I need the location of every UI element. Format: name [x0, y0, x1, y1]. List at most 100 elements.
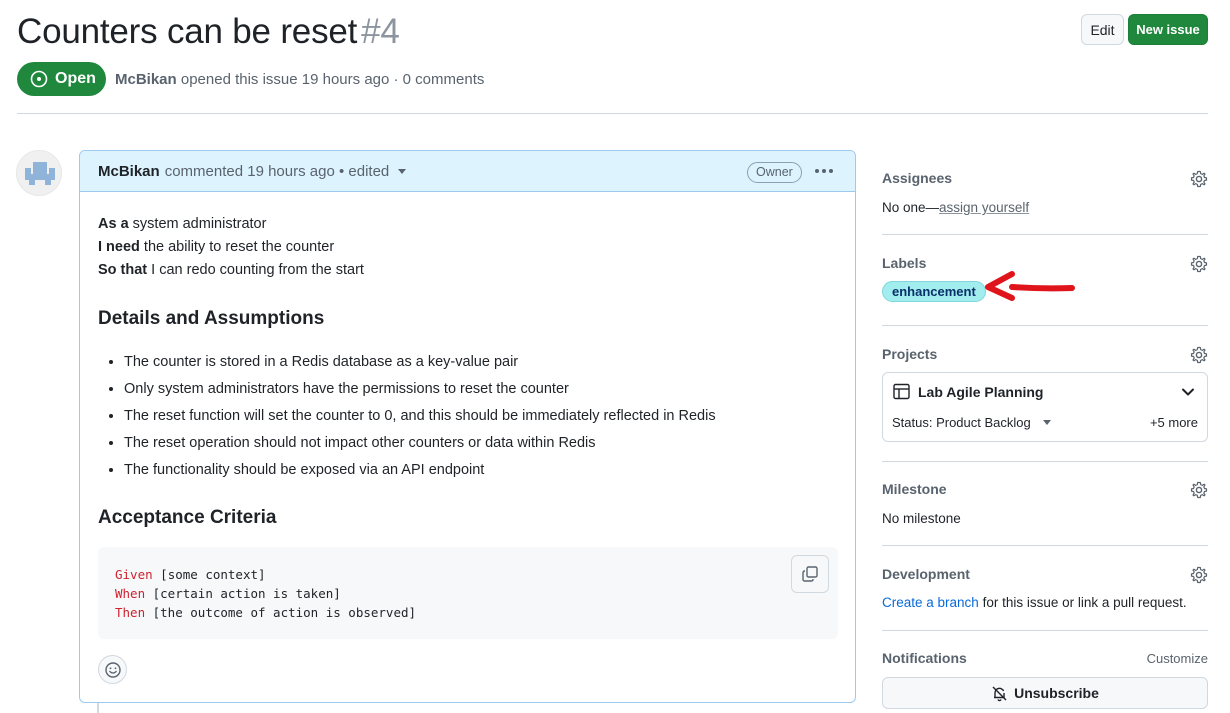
table-icon [893, 383, 910, 400]
code-text: [the outcome of action is observed] [145, 605, 417, 620]
gear-icon[interactable] [1190, 170, 1208, 188]
acceptance-heading: Acceptance Criteria [98, 507, 277, 528]
caret-down-icon [1042, 420, 1051, 425]
list-item: The counter is stored in a Redis databas… [124, 349, 716, 376]
issue-author[interactable]: McBikan [115, 71, 177, 88]
issue-open-icon [30, 70, 48, 88]
identicon-avatar [17, 151, 61, 195]
comment-meta[interactable]: commented 19 hours ago • edited [165, 163, 390, 180]
issue-title: Counters can be reset #4 [17, 10, 400, 54]
project-status-dropdown[interactable]: Status: Product Backlog [892, 415, 1051, 430]
assign-yourself-link[interactable]: assign yourself [939, 200, 1029, 215]
development-value: Create a branch for this issue or link a… [882, 595, 1187, 610]
new-issue-button[interactable]: New issue [1128, 14, 1208, 45]
create-branch-link[interactable]: Create a branch [882, 595, 979, 610]
sidebar-divider [882, 234, 1208, 235]
story-line: So that I can redo counting from the sta… [98, 259, 838, 282]
timeline-line [97, 703, 99, 713]
milestone-section: Milestone No milestone [882, 481, 1208, 531]
story-keyword: I need [98, 239, 140, 255]
comment-options-menu[interactable] [813, 161, 835, 181]
gear-icon[interactable] [1190, 346, 1208, 364]
code-line: When [certain action is taken] [115, 584, 821, 603]
avatar[interactable] [16, 150, 62, 196]
gear-icon[interactable] [1190, 255, 1208, 273]
list-item: Only system administrators have the perm… [124, 376, 716, 403]
code-keyword: Given [115, 567, 153, 582]
story-text: I can redo counting from the start [147, 262, 364, 278]
project-name-link[interactable]: Lab Agile Planning [918, 384, 1044, 400]
development-text: for this issue or link a pull request. [978, 595, 1187, 610]
details-heading: Details and Assumptions [98, 308, 325, 329]
projects-section: Projects [882, 346, 1208, 366]
issue-comment: McBikan commented 19 hours ago • edited … [79, 150, 856, 703]
kebab-dot-icon [822, 169, 826, 173]
smiley-icon [104, 661, 121, 678]
projects-title[interactable]: Projects [882, 346, 1208, 362]
unsubscribe-button[interactable]: Unsubscribe [882, 677, 1208, 709]
labels-title[interactable]: Labels [882, 255, 1208, 271]
gear-icon[interactable] [1190, 481, 1208, 499]
edit-button[interactable]: Edit [1081, 14, 1124, 45]
code-text: [certain action is taken] [145, 586, 341, 601]
details-list: The counter is stored in a Redis databas… [98, 349, 716, 484]
milestone-title[interactable]: Milestone [882, 481, 1208, 497]
label-enhancement[interactable]: enhancement [882, 281, 986, 302]
header-divider [17, 113, 1208, 114]
chevron-down-icon[interactable] [398, 168, 407, 174]
assignees-value: No one—assign yourself [882, 200, 1029, 215]
comment-header: McBikan commented 19 hours ago • edited … [80, 151, 855, 192]
gear-icon[interactable] [1190, 566, 1208, 584]
copy-icon [802, 566, 818, 582]
kebab-dot-icon [815, 169, 819, 173]
story-text: the ability to reset the counter [139, 239, 335, 255]
add-reaction-button[interactable] [98, 655, 127, 684]
bell-slash-icon [992, 686, 1007, 701]
sidebar-divider [882, 630, 1208, 631]
labels-section: Labels enhancement [882, 255, 1208, 305]
kebab-dot-icon [829, 169, 833, 173]
label-list: enhancement [882, 281, 986, 302]
sidebar-divider [882, 325, 1208, 326]
story-text: system administrator [128, 216, 267, 232]
assignees-title[interactable]: Assignees [882, 170, 1208, 186]
assignees-none: No one— [882, 200, 940, 215]
list-item: The functionality should be exposed via … [124, 457, 716, 484]
owner-badge: Owner [747, 162, 802, 183]
milestone-value: No milestone [882, 511, 961, 526]
project-more-link[interactable]: +5 more [1150, 415, 1198, 430]
issue-title-text: Counters can be reset [17, 12, 358, 51]
issue-state-label: Open [55, 70, 96, 87]
unsubscribe-label: Unsubscribe [1014, 685, 1099, 701]
list-item: The reset operation should not impact ot… [124, 430, 716, 457]
code-line: Given [some context] [115, 565, 821, 584]
story-line: I need the ability to reset the counter [98, 236, 838, 259]
story-keyword: So that [98, 262, 148, 278]
code-line: Then [the outcome of action is observed] [115, 603, 821, 622]
sidebar-divider [882, 461, 1208, 462]
comment-author[interactable]: McBikan [98, 163, 160, 180]
list-item: The reset function will set the counter … [124, 403, 716, 430]
code-block: Given [some context] When [certain actio… [98, 547, 838, 639]
notifications-section: Notifications Customize [882, 650, 1208, 670]
code-keyword: When [115, 586, 146, 601]
project-card: Lab Agile Planning Status: Product Backl… [882, 372, 1208, 442]
issue-meta: McBikan opened this issue 19 hours ago ·… [115, 70, 484, 90]
story-keyword: As a [98, 216, 129, 232]
copy-button[interactable] [791, 555, 829, 593]
code-keyword: Then [115, 605, 146, 620]
project-status-label: Status: Product Backlog [892, 415, 1031, 430]
annotation-arrow [985, 271, 1075, 301]
issue-number: #4 [361, 12, 400, 51]
sidebar-divider [882, 545, 1208, 546]
customize-link[interactable]: Customize [1147, 651, 1208, 666]
development-title[interactable]: Development [882, 566, 1208, 582]
story-line: As a system administrator [98, 213, 838, 236]
development-section: Development Create a branch for this iss… [882, 566, 1208, 616]
issue-meta-text: opened this issue 19 hours ago · 0 comme… [180, 71, 485, 88]
chevron-down-icon[interactable] [1181, 387, 1195, 397]
assignees-section: Assignees No one—assign yourself [882, 170, 1208, 220]
comment-body: As a system administrator I need the abi… [98, 213, 838, 543]
issue-state-badge: Open [17, 62, 106, 96]
code-text: [some context] [152, 567, 266, 582]
